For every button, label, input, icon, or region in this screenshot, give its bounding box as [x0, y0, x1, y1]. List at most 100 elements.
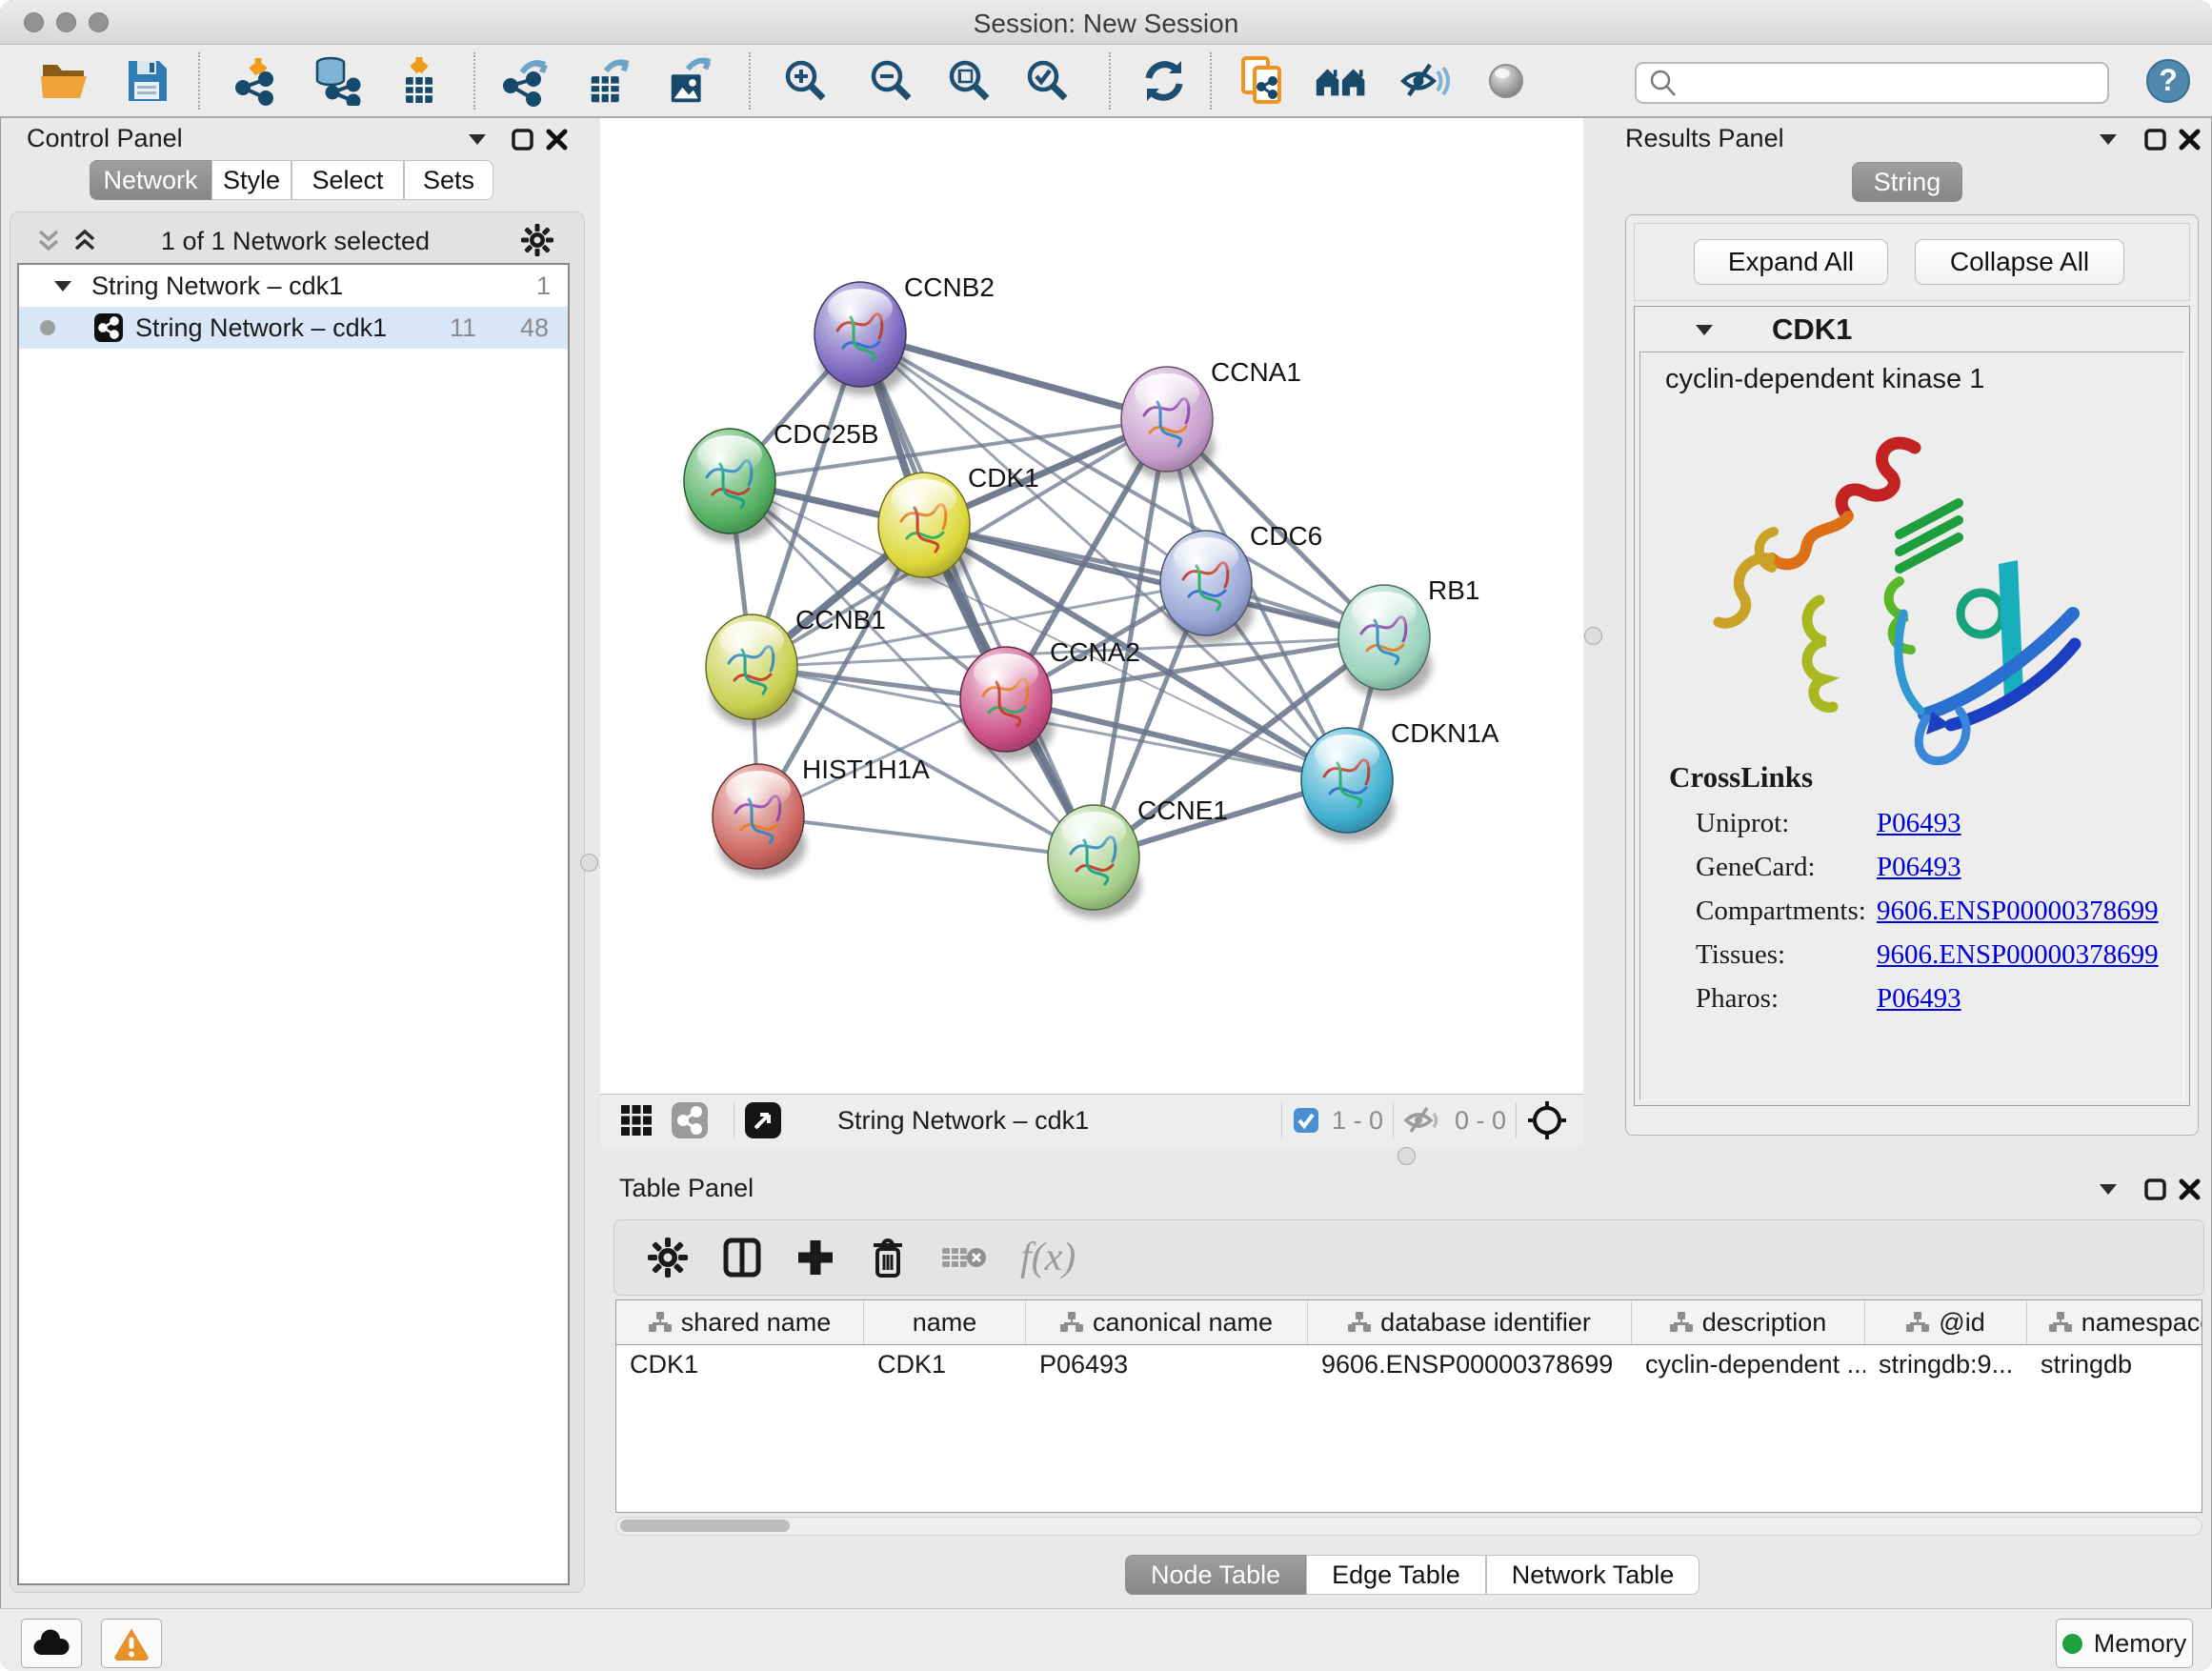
control-panel-float-icon[interactable] — [467, 131, 488, 147]
collection-expand-icon[interactable] — [53, 279, 72, 293]
hide-selection-button[interactable] — [1398, 56, 1452, 106]
plus-icon — [795, 1238, 835, 1278]
network-view-toggle-button[interactable] — [671, 1101, 709, 1139]
open-file-button[interactable] — [38, 56, 91, 106]
tab-edge-table[interactable]: Edge Table — [1306, 1555, 1486, 1595]
table-toolbar: f(x) — [613, 1219, 2204, 1296]
column-header-description[interactable]: description — [1632, 1300, 1865, 1344]
results-panel-maximize-icon[interactable] — [2143, 128, 2167, 151]
network-row[interactable]: String Network – cdk1 11 48 — [19, 307, 568, 349]
tab-select[interactable]: Select — [292, 160, 404, 200]
table-cell[interactable]: stringdb — [2027, 1345, 2202, 1383]
network-canvas[interactable]: CCNB2CCNA1CDC25BCDK1CDC6RB1CCNB1CCNA2CDK… — [600, 118, 1583, 1094]
crosslink-value-link[interactable]: 9606.ENSP00000378699 — [1877, 939, 2159, 971]
crosslink-value-link[interactable]: P06493 — [1877, 983, 1961, 1015]
column-header-shared-name[interactable]: shared name — [616, 1300, 864, 1344]
column-header-namespace[interactable]: namespace — [2027, 1300, 2202, 1344]
tab-style[interactable]: Style — [211, 160, 292, 200]
zoom-out-button[interactable] — [865, 56, 918, 106]
zoom-in-button[interactable] — [779, 56, 833, 106]
zoom-fit-button[interactable] — [943, 56, 996, 106]
table-cell[interactable]: P06493 — [1026, 1345, 1308, 1383]
help-button[interactable]: ? — [2142, 56, 2195, 106]
protein-collapse-icon[interactable] — [1694, 322, 1715, 337]
control-panel-close-icon[interactable] — [545, 128, 569, 151]
table-panel-float-icon[interactable] — [2098, 1181, 2119, 1197]
node-label-CDC25B: CDC25B — [774, 419, 878, 449]
crosslink-value-link[interactable]: P06493 — [1877, 852, 1961, 883]
table-cell[interactable]: cyclin-dependent ... — [1632, 1345, 1865, 1383]
new-network-from-selection-button[interactable] — [1236, 56, 1289, 106]
results-panel-float-icon[interactable] — [2098, 131, 2119, 147]
column-header-@id[interactable]: @id — [1865, 1300, 2027, 1344]
right-splitter-handle[interactable] — [1584, 627, 1602, 645]
search-input[interactable] — [1635, 62, 2109, 104]
table-panel-title: Table Panel — [619, 1174, 754, 1203]
crosshair-icon — [1526, 1099, 1568, 1141]
tab-network[interactable]: Network — [90, 160, 211, 200]
table-cell[interactable]: CDK1 — [616, 1345, 864, 1383]
show-columns-button[interactable] — [721, 1237, 763, 1278]
tab-node-table[interactable]: Node Table — [1125, 1555, 1306, 1595]
function-builder-button[interactable]: f(x) — [1020, 1235, 1076, 1280]
add-column-button[interactable] — [795, 1238, 835, 1278]
network-options-gear-icon[interactable] — [520, 223, 554, 257]
table-horizontal-scrollbar[interactable] — [615, 1517, 2202, 1536]
warnings-button[interactable] — [101, 1619, 162, 1668]
left-splitter-handle[interactable] — [580, 854, 598, 872]
table-panel-maximize-icon[interactable] — [2143, 1178, 2167, 1201]
memory-button[interactable]: Memory — [2056, 1619, 2193, 1668]
protein-detail-box: cyclin-dependent kinase 1 — [1639, 352, 2184, 1100]
copy-network-icon — [1237, 55, 1287, 107]
table-settings-button[interactable] — [647, 1237, 689, 1278]
control-panel-maximize-icon[interactable] — [511, 128, 534, 151]
table-panel-close-icon[interactable] — [2178, 1178, 2202, 1201]
table-cell[interactable]: CDK1 — [864, 1345, 1026, 1383]
selected-checkbox[interactable] — [1292, 1106, 1320, 1135]
refresh-button[interactable] — [1137, 56, 1191, 106]
crosslink-value-link[interactable]: P06493 — [1877, 808, 1961, 839]
column-header-name[interactable]: name — [864, 1300, 1026, 1344]
table-cell[interactable]: 9606.ENSP00000378699 — [1308, 1345, 1632, 1383]
save-floppy-icon — [125, 59, 169, 103]
results-tab-string[interactable]: String — [1852, 162, 1962, 202]
grid-view-button[interactable] — [619, 1103, 654, 1137]
scrollbar-thumb[interactable] — [620, 1520, 790, 1532]
crosslinks-title: CrossLinks — [1669, 760, 1813, 795]
detach-view-button[interactable] — [744, 1101, 782, 1139]
export-image-button[interactable] — [664, 56, 717, 106]
tab-sets[interactable]: Sets — [404, 160, 493, 200]
delete-table-button[interactable] — [940, 1240, 988, 1275]
results-panel-close-icon[interactable] — [2178, 128, 2202, 151]
hidden-toggle[interactable] — [1403, 1104, 1443, 1137]
column-header-canonical-name[interactable]: canonical name — [1026, 1300, 1308, 1344]
table-cell[interactable]: stringdb:9... — [1865, 1345, 2027, 1383]
first-neighbors-button[interactable] — [1315, 56, 1368, 106]
node-label-CDK1: CDK1 — [968, 463, 1039, 493]
export-network-button[interactable] — [503, 56, 556, 106]
title-bar: Session: New Session — [0, 0, 2212, 45]
import-network-database-button[interactable] — [310, 56, 363, 106]
import-table-button[interactable] — [392, 56, 446, 106]
network-collection-row[interactable]: String Network – cdk1 1 — [19, 265, 568, 307]
network-graph[interactable]: CCNB2CCNA1CDC25BCDK1CDC6RB1CCNB1CCNA2CDK… — [600, 118, 1583, 1094]
table-row[interactable]: CDK1CDK1P064939606.ENSP00000378699cyclin… — [616, 1345, 2202, 1383]
expand-all-button[interactable]: Expand All — [1694, 239, 1888, 285]
string-results-box: Expand All Collapse All CDK1 cyclin-depe… — [1625, 214, 2199, 1136]
zoom-out-icon — [869, 58, 915, 104]
bottom-splitter-handle[interactable] — [1398, 1147, 1416, 1165]
import-network-file-button[interactable] — [231, 56, 285, 106]
graphics-details-button[interactable] — [1479, 56, 1533, 106]
cloud-status-button[interactable] — [21, 1619, 82, 1668]
zoom-fit-icon — [947, 58, 993, 104]
fit-content-button[interactable] — [1526, 1099, 1568, 1141]
collapse-all-button[interactable]: Collapse All — [1915, 239, 2124, 285]
save-session-button[interactable] — [120, 56, 173, 106]
tab-network-table[interactable]: Network Table — [1486, 1555, 1700, 1595]
column-header-database-identifier[interactable]: database identifier — [1308, 1300, 1632, 1344]
crosslink-value-link[interactable]: 9606.ENSP00000378699 — [1877, 896, 2159, 927]
zoom-selected-button[interactable] — [1021, 56, 1075, 106]
export-table-button[interactable] — [584, 56, 637, 106]
delete-column-button[interactable] — [868, 1236, 908, 1279]
selected-counts: 1 - 0 — [1332, 1106, 1383, 1136]
